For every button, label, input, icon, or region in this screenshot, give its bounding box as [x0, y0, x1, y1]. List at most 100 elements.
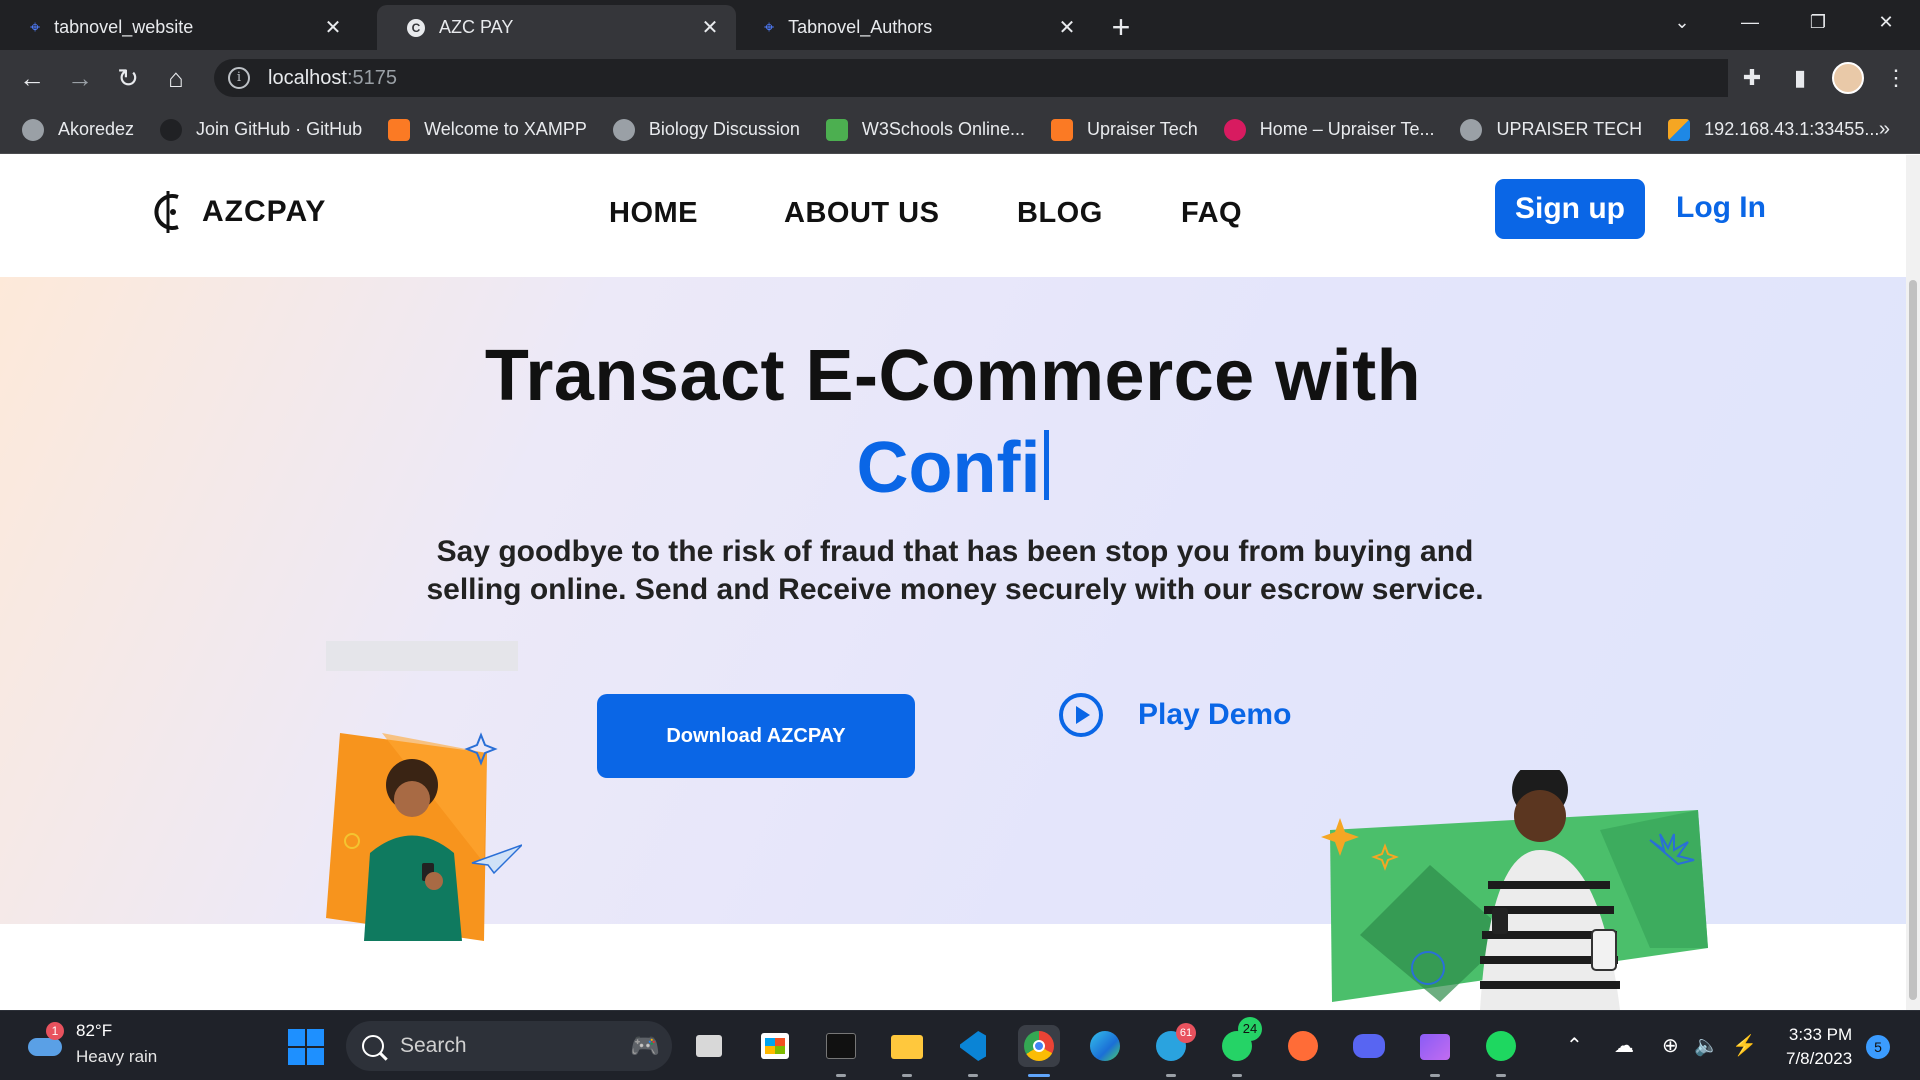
edge-icon[interactable] [1084, 1025, 1126, 1067]
tab-tabnovel-website[interactable]: ⌖ tabnovel_website ✕ [0, 5, 359, 50]
globe-icon: ⌖ [30, 17, 41, 37]
hero-typed-text: Confi [0, 427, 1906, 509]
globe-icon [1460, 118, 1483, 141]
tab-tabnovel-authors[interactable]: ⌖ Tabnovel_Authors ✕ [734, 5, 1093, 50]
bookmark-item[interactable]: W3Schools Online... [825, 118, 1025, 141]
vscode-icon[interactable] [952, 1025, 994, 1077]
bookmark-item[interactable]: Join GitHub · GitHub [160, 118, 362, 141]
microsoft-store-icon[interactable] [754, 1025, 796, 1067]
file-explorer-icon[interactable] [886, 1025, 928, 1077]
tab-search-icon[interactable]: ⌄ [1648, 0, 1716, 44]
close-tab-icon[interactable]: ✕ [698, 15, 722, 40]
site-info-icon[interactable]: i [228, 67, 250, 89]
bookmark-item[interactable]: Biology Discussion [612, 118, 800, 141]
forward-icon[interactable]: → [64, 62, 96, 94]
bookmark-item[interactable]: Akoredez [22, 118, 134, 141]
more-bookmarks-icon[interactable]: » [1879, 118, 1890, 141]
scrollbar-thumb[interactable] [1909, 280, 1917, 1000]
bookmark-item[interactable]: 192.168.43.1:33455... [1668, 118, 1879, 141]
terminal-icon[interactable] [820, 1025, 862, 1077]
telegram-badge: 61 [1176, 1023, 1196, 1043]
hero-subtitle: Say goodbye to the risk of fraud that ha… [426, 535, 1484, 606]
postman-icon[interactable] [1282, 1025, 1324, 1067]
bookmark-item[interactable]: UPRAISER TECH [1460, 118, 1642, 141]
close-window-icon[interactable]: ✕ [1852, 0, 1920, 44]
extensions-icon[interactable]: ✚ [1728, 65, 1776, 91]
azcpay-favicon-icon: C [407, 18, 425, 37]
nav-blog[interactable]: BLOG [1017, 197, 1103, 230]
taskbar-search[interactable]: Search 🎮 [346, 1021, 672, 1071]
url-text: localhost:5175 [268, 66, 397, 89]
show-hidden-icons-icon[interactable]: ⌃ [1566, 1033, 1583, 1058]
download-azcpay-button[interactable]: Download AZCPAY [597, 694, 915, 778]
w3schools-icon [825, 118, 848, 141]
play-demo-label: Play Demo [1138, 698, 1292, 731]
bookmark-item[interactable]: Welcome to XAMPP [388, 118, 587, 141]
weather-temperature: 82°F [76, 1021, 113, 1040]
nav-about-us[interactable]: ABOUT US [784, 197, 939, 230]
web-page: AZCPAY HOME ABOUT US BLOG FAQ Sign up Lo… [0, 155, 1906, 1010]
placeholder-box [326, 641, 518, 671]
xender-icon [1668, 118, 1691, 141]
whatsapp-icon[interactable]: 24 [1216, 1017, 1262, 1077]
clipchamp-icon[interactable] [1414, 1025, 1456, 1077]
spotify-icon[interactable] [1480, 1025, 1522, 1077]
onedrive-icon[interactable]: ☁ [1614, 1033, 1634, 1058]
weather-badge: 1 [46, 1022, 64, 1040]
close-tab-icon[interactable]: ✕ [321, 15, 345, 40]
profile-avatar[interactable] [1832, 62, 1864, 94]
tab-azc-pay[interactable]: C AZC PAY ✕ [377, 5, 736, 50]
browser-tab-strip: ⌖ tabnovel_website ✕ C AZC PAY ✕ ⌖ Tabno… [0, 0, 1920, 50]
game-controller-icon: 🎮 [630, 1032, 660, 1060]
clock-date: 7/8/2023 [1786, 1049, 1853, 1068]
back-icon[interactable]: ← [16, 62, 48, 94]
close-tab-icon[interactable]: ✕ [1055, 15, 1079, 40]
globe-icon: ⌖ [764, 17, 775, 37]
bookmark-item[interactable]: Home – Upraiser Te... [1223, 118, 1434, 141]
github-icon [160, 118, 183, 141]
rain-cloud-icon: 1 [26, 1022, 66, 1062]
menu-kebab-icon[interactable]: ⋮ [1872, 65, 1920, 91]
log-in-link[interactable]: Log In [1676, 191, 1766, 225]
chrome-icon[interactable] [1018, 1025, 1060, 1077]
globe-icon [22, 118, 44, 141]
system-clock[interactable]: 3:33 PM 7/8/2023 [1786, 1023, 1852, 1071]
tab-title: Tabnovel_Authors [788, 17, 933, 37]
language-globe-icon[interactable]: ⊕ [1662, 1033, 1679, 1058]
reload-icon[interactable]: ↻ [112, 62, 144, 94]
search-label: Search [400, 1034, 467, 1057]
telegram-icon[interactable]: 61 [1150, 1023, 1196, 1077]
tab-title: tabnovel_website [54, 17, 194, 37]
page-scrollbar[interactable] [1906, 155, 1920, 1010]
xampp-icon [388, 118, 411, 141]
restore-icon[interactable]: ❐ [1784, 0, 1852, 44]
sign-up-button[interactable]: Sign up [1495, 179, 1645, 239]
tab-title: AZC PAY [439, 17, 514, 37]
volume-icon[interactable]: 🔈 [1694, 1033, 1719, 1058]
task-view-icon[interactable] [688, 1025, 730, 1067]
home-icon[interactable]: ⌂ [160, 62, 192, 94]
play-demo-button[interactable]: Play Demo [1058, 692, 1291, 738]
nav-faq[interactable]: FAQ [1181, 197, 1242, 230]
minimize-icon[interactable]: — [1716, 0, 1784, 44]
site-navbar: AZCPAY HOME ABOUT US BLOG FAQ Sign up Lo… [0, 155, 1906, 277]
weather-condition: Heavy rain [76, 1047, 158, 1066]
notification-count-badge[interactable]: 5 [1866, 1035, 1890, 1059]
bookmark-item[interactable]: Upraiser Tech [1051, 118, 1198, 141]
woman-with-phone-illustration [326, 732, 522, 941]
xampp-icon [1051, 118, 1073, 141]
bookmarks-bar: Akoredez Join GitHub · GitHub Welcome to… [0, 106, 1920, 154]
clock-time: 3:33 PM [1788, 1025, 1853, 1044]
new-tab-button[interactable]: + [1104, 11, 1138, 45]
side-panel-icon[interactable]: ▮ [1776, 65, 1824, 91]
discord-icon[interactable] [1348, 1025, 1390, 1067]
hero-title: Transact E-Commerce with [484, 336, 1422, 416]
address-bar[interactable]: i localhost:5175 ◔ ⇪ ☆ [214, 59, 1890, 99]
nav-home[interactable]: HOME [609, 197, 698, 230]
windows-taskbar: 1 82°F Heavy rain Search 🎮 61 24 ⌃ ☁ ⊕ 🔈… [0, 1010, 1920, 1080]
battery-icon[interactable]: ⚡ [1732, 1033, 1757, 1058]
weather-widget[interactable]: 1 82°F Heavy rain [26, 1021, 157, 1067]
search-icon [362, 1035, 384, 1057]
play-circle-icon [1059, 693, 1103, 737]
windows-start-icon[interactable] [288, 1029, 324, 1065]
